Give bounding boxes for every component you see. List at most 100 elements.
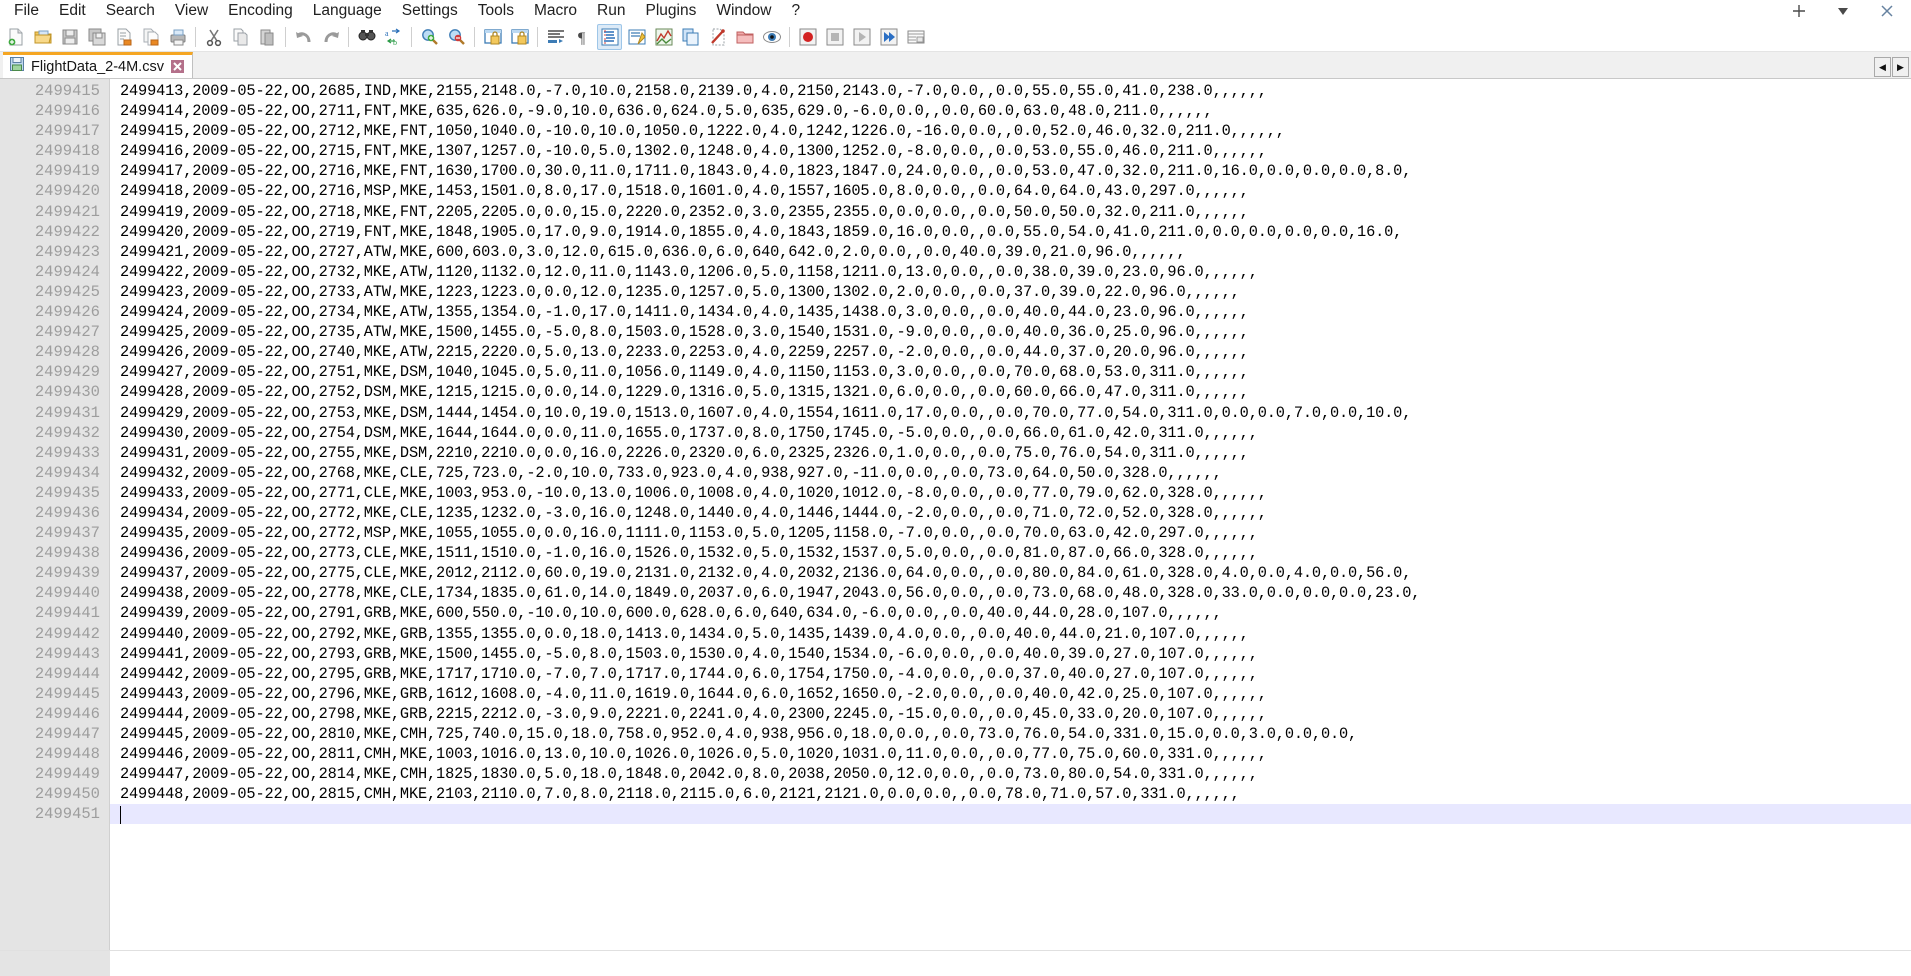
tab-flightdata[interactable]: FlightData_2-4M.csv — [3, 52, 193, 78]
run-macro-multiple-icon[interactable] — [876, 24, 901, 50]
code-line[interactable]: 2499414,2009-05-22,OO,2711,FNT,MKE,635,6… — [120, 101, 1911, 121]
code-line[interactable]: 2499415,2009-05-22,OO,2712,MKE,FNT,1050,… — [120, 121, 1911, 141]
monitoring-icon[interactable] — [759, 24, 784, 50]
code-line[interactable]: 2499440,2009-05-22,OO,2792,MKE,GRB,1355,… — [120, 624, 1911, 644]
menu-item-window[interactable]: Window — [706, 0, 781, 22]
find-icon[interactable] — [354, 24, 379, 50]
line-number: 2499449 — [0, 764, 109, 784]
tab-scroll-left-button[interactable]: ◀ — [1874, 57, 1891, 77]
line-number: 2499426 — [0, 302, 109, 322]
document-map-icon[interactable] — [651, 24, 676, 50]
code-line[interactable]: 2499425,2009-05-22,OO,2735,ATW,MKE,1500,… — [120, 322, 1911, 342]
code-line[interactable]: 2499438,2009-05-22,OO,2778,MKE,CLE,1734,… — [120, 583, 1911, 603]
code-line[interactable]: 2499447,2009-05-22,OO,2814,MKE,CMH,1825,… — [120, 764, 1911, 784]
code-line[interactable]: 2499430,2009-05-22,OO,2754,DSM,MKE,1644,… — [120, 423, 1911, 443]
code-line[interactable]: 2499423,2009-05-22,OO,2733,ATW,MKE,1223,… — [120, 282, 1911, 302]
code-text-area[interactable]: 2499413,2009-05-22,OO,2685,IND,MKE,2155,… — [110, 79, 1911, 976]
folder-workspace-icon[interactable] — [732, 24, 757, 50]
menu-item-run[interactable]: Run — [587, 0, 635, 22]
print-icon[interactable] — [165, 24, 190, 50]
code-line[interactable]: 2499441,2009-05-22,OO,2793,GRB,MKE,1500,… — [120, 644, 1911, 664]
sync-vertical-scroll-icon[interactable] — [480, 24, 505, 50]
code-line[interactable]: 2499420,2009-05-22,OO,2719,FNT,MKE,1848,… — [120, 222, 1911, 242]
code-line[interactable]: 2499422,2009-05-22,OO,2732,MKE,ATW,1120,… — [120, 262, 1911, 282]
svg-text:b: b — [393, 38, 397, 47]
undo-icon[interactable] — [291, 24, 316, 50]
run-icon[interactable] — [903, 24, 928, 50]
document-switcher-icon[interactable] — [705, 24, 730, 50]
menu-item-language[interactable]: Language — [303, 0, 392, 22]
code-line[interactable]: 2499437,2009-05-22,OO,2775,CLE,MKE,2012,… — [120, 563, 1911, 583]
code-line[interactable]: 2499444,2009-05-22,OO,2798,MKE,GRB,2215,… — [120, 704, 1911, 724]
open-file-icon[interactable] — [30, 24, 55, 50]
code-line[interactable]: 2499443,2009-05-22,OO,2796,MKE,GRB,1612,… — [120, 684, 1911, 704]
show-all-characters-icon[interactable]: ¶ — [570, 24, 595, 50]
menu-item-macro[interactable]: Macro — [524, 0, 587, 22]
code-line[interactable]: 2499434,2009-05-22,OO,2772,MKE,CLE,1235,… — [120, 503, 1911, 523]
close-file-icon[interactable] — [111, 24, 136, 50]
code-line[interactable]: 2499439,2009-05-22,OO,2791,GRB,MKE,600,5… — [120, 603, 1911, 623]
menu-item-edit[interactable]: Edit — [49, 0, 96, 22]
menu-item-help[interactable]: ? — [781, 0, 810, 22]
tab-close-icon[interactable] — [170, 59, 185, 74]
cut-icon[interactable] — [201, 24, 226, 50]
code-line[interactable]: 2499436,2009-05-22,OO,2773,CLE,MKE,1511,… — [120, 543, 1911, 563]
code-line[interactable]: 2499424,2009-05-22,OO,2734,MKE,ATW,1355,… — [120, 302, 1911, 322]
code-line[interactable]: 2499417,2009-05-22,OO,2716,MKE,FNT,1630,… — [120, 161, 1911, 181]
svg-text:a: a — [385, 29, 389, 38]
code-line[interactable]: 2499428,2009-05-22,OO,2752,DSM,MKE,1215,… — [120, 382, 1911, 402]
zoom-out-icon[interactable] — [444, 24, 469, 50]
add-tab-icon[interactable] — [1791, 3, 1809, 19]
tab-scroll-right-button[interactable]: ▶ — [1892, 57, 1909, 77]
code-line[interactable]: 2499421,2009-05-22,OO,2727,ATW,MKE,600,6… — [120, 242, 1911, 262]
menu-item-plugins[interactable]: Plugins — [635, 0, 706, 22]
code-line[interactable]: 2499418,2009-05-22,OO,2716,MSP,MKE,1453,… — [120, 181, 1911, 201]
redo-icon[interactable] — [318, 24, 343, 50]
menu-item-file[interactable]: File — [4, 0, 49, 22]
line-number: 2499420 — [0, 181, 109, 201]
word-wrap-icon[interactable] — [543, 24, 568, 50]
copy-icon[interactable] — [228, 24, 253, 50]
code-line[interactable]: 2499442,2009-05-22,OO,2795,GRB,MKE,1717,… — [120, 664, 1911, 684]
bottom-gutter — [0, 951, 110, 976]
code-line[interactable]: 2499431,2009-05-22,OO,2755,MKE,DSM,2210,… — [120, 443, 1911, 463]
code-line[interactable]: 2499448,2009-05-22,OO,2815,CMH,MKE,2103,… — [120, 784, 1911, 804]
toolbar-separator — [411, 27, 412, 47]
code-line[interactable]: 2499419,2009-05-22,OO,2718,MKE,FNT,2205,… — [120, 202, 1911, 222]
code-line[interactable]: 2499429,2009-05-22,OO,2753,MKE,DSM,1444,… — [120, 403, 1911, 423]
code-line[interactable]: 2499445,2009-05-22,OO,2810,MKE,CMH,725,7… — [120, 724, 1911, 744]
indent-guide-icon[interactable] — [597, 24, 622, 50]
play-macro-icon[interactable] — [849, 24, 874, 50]
chevron-down-icon[interactable] — [1835, 3, 1853, 19]
zoom-in-icon[interactable] — [417, 24, 442, 50]
toolbar-separator — [537, 27, 538, 47]
menu-item-settings[interactable]: Settings — [392, 0, 468, 22]
stop-macro-icon[interactable] — [822, 24, 847, 50]
code-line[interactable]: 2499427,2009-05-22,OO,2751,MKE,DSM,1040,… — [120, 362, 1911, 382]
sync-horizontal-scroll-icon[interactable] — [507, 24, 532, 50]
user-defined-dialog-icon[interactable] — [624, 24, 649, 50]
record-macro-icon[interactable] — [795, 24, 820, 50]
close-all-icon[interactable] — [138, 24, 163, 50]
menu-item-tools[interactable]: Tools — [468, 0, 524, 22]
code-line[interactable]: 2499413,2009-05-22,OO,2685,IND,MKE,2155,… — [120, 81, 1911, 101]
replace-icon[interactable]: a b — [381, 24, 406, 50]
code-line[interactable]: 2499432,2009-05-22,OO,2768,MKE,CLE,725,7… — [120, 463, 1911, 483]
code-line[interactable]: 2499426,2009-05-22,OO,2740,MKE,ATW,2215,… — [120, 342, 1911, 362]
close-icon[interactable] — [1879, 3, 1897, 19]
line-number: 2499430 — [0, 382, 109, 402]
function-list-icon[interactable] — [678, 24, 703, 50]
save-icon[interactable] — [57, 24, 82, 50]
code-line-current[interactable] — [110, 804, 1911, 824]
new-file-icon[interactable] — [3, 24, 28, 50]
paste-icon[interactable] — [255, 24, 280, 50]
menu-item-view[interactable]: View — [165, 0, 218, 22]
code-line[interactable]: 2499433,2009-05-22,OO,2771,CLE,MKE,1003,… — [120, 483, 1911, 503]
save-all-icon[interactable] — [84, 24, 109, 50]
code-line[interactable]: 2499416,2009-05-22,OO,2715,FNT,MKE,1307,… — [120, 141, 1911, 161]
editor-area[interactable]: 2499415249941624994172499418249941924994… — [0, 79, 1911, 976]
menu-item-encoding[interactable]: Encoding — [218, 0, 303, 22]
code-line[interactable]: 2499435,2009-05-22,OO,2772,MSP,MKE,1055,… — [120, 523, 1911, 543]
code-line[interactable]: 2499446,2009-05-22,OO,2811,CMH,MKE,1003,… — [120, 744, 1911, 764]
menu-item-search[interactable]: Search — [96, 0, 165, 22]
